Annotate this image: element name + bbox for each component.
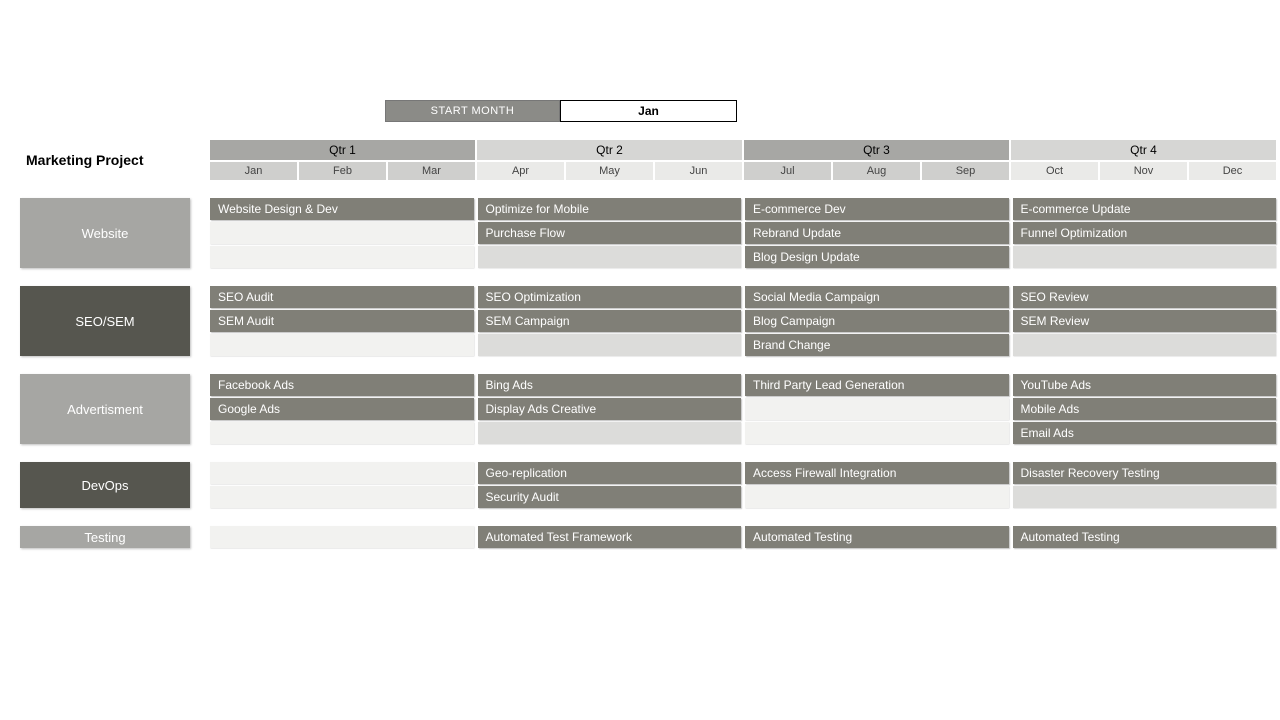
task-bar[interactable]: SEO Audit: [210, 286, 474, 308]
empty-cell: [210, 334, 474, 356]
task-row: Security Audit: [210, 486, 1276, 508]
month-header: May: [566, 162, 653, 180]
month-header: Oct: [1011, 162, 1098, 180]
empty-cell: [1013, 246, 1277, 268]
empty-cell: [745, 398, 1009, 420]
quarter-header: Qtr 3: [744, 140, 1009, 160]
empty-cell: [210, 486, 474, 508]
task-bar[interactable]: SEO Review: [1013, 286, 1277, 308]
swimlane-rows: SEO AuditSEO OptimizationSocial Media Ca…: [210, 286, 1276, 356]
task-row: Google AdsDisplay Ads Creative Mobile Ads: [210, 398, 1276, 420]
task-bar[interactable]: Website Design & Dev: [210, 198, 474, 220]
task-bar[interactable]: Automated Testing: [1013, 526, 1277, 548]
task-bar[interactable]: Automated Testing: [745, 526, 1009, 548]
month-header: Mar: [388, 162, 475, 180]
task-bar[interactable]: Mobile Ads: [1013, 398, 1277, 420]
empty-cell: [478, 334, 742, 356]
start-month-label: START MONTH: [385, 100, 560, 122]
task-bar[interactable]: Facebook Ads: [210, 374, 474, 396]
empty-cell: [210, 422, 474, 444]
swimlane-label: DevOps: [20, 462, 190, 508]
empty-cell: [210, 526, 474, 548]
empty-cell: [210, 222, 474, 244]
month-header: Feb: [299, 162, 386, 180]
month-header: Jun: [655, 162, 742, 180]
month-header: Apr: [477, 162, 564, 180]
task-row: Blog Design Update: [210, 246, 1276, 268]
task-row: Brand Change: [210, 334, 1276, 356]
empty-cell: [745, 422, 1009, 444]
task-bar[interactable]: Optimize for Mobile: [478, 198, 742, 220]
month-header: Jul: [744, 162, 831, 180]
task-bar[interactable]: Blog Campaign: [745, 310, 1009, 332]
project-title: Marketing Project: [20, 140, 190, 180]
quarter-header: Qtr 4: [1011, 140, 1276, 160]
month-header: Dec: [1189, 162, 1276, 180]
task-row: Geo-replicationAccess Firewall Integrati…: [210, 462, 1276, 484]
task-bar[interactable]: Disaster Recovery Testing: [1013, 462, 1277, 484]
task-bar[interactable]: Brand Change: [745, 334, 1009, 356]
task-bar[interactable]: Email Ads: [1013, 422, 1277, 444]
task-bar[interactable]: Security Audit: [478, 486, 742, 508]
task-bar[interactable]: Blog Design Update: [745, 246, 1009, 268]
task-bar[interactable]: Access Firewall Integration: [745, 462, 1009, 484]
empty-cell: [745, 486, 1009, 508]
task-bar[interactable]: YouTube Ads: [1013, 374, 1277, 396]
task-bar[interactable]: Third Party Lead Generation: [745, 374, 1009, 396]
empty-cell: [210, 246, 474, 268]
quarter-header: Qtr 1: [210, 140, 475, 160]
task-bar[interactable]: SEM Campaign: [478, 310, 742, 332]
task-row: Automated Test FrameworkAutomated Testin…: [210, 526, 1276, 548]
swimlane-label: Testing: [20, 526, 190, 548]
swimlane-label: Website: [20, 198, 190, 268]
task-bar[interactable]: SEM Review: [1013, 310, 1277, 332]
empty-cell: [478, 422, 742, 444]
start-month-select[interactable]: Jan: [560, 100, 737, 122]
task-bar[interactable]: Rebrand Update: [745, 222, 1009, 244]
swimlane-rows: Geo-replicationAccess Firewall Integrati…: [210, 462, 1276, 508]
task-row: Purchase FlowRebrand UpdateFunnel Optimi…: [210, 222, 1276, 244]
task-row: SEO AuditSEO OptimizationSocial Media Ca…: [210, 286, 1276, 308]
empty-cell: [210, 462, 474, 484]
task-row: SEM AuditSEM CampaignBlog CampaignSEM Re…: [210, 310, 1276, 332]
task-bar[interactable]: E-commerce Update: [1013, 198, 1277, 220]
task-bar[interactable]: E-commerce Dev: [745, 198, 1009, 220]
swimlane-rows: Website Design & DevOptimize for MobileE…: [210, 198, 1276, 268]
task-bar[interactable]: SEM Audit: [210, 310, 474, 332]
task-bar[interactable]: Display Ads Creative: [478, 398, 742, 420]
swimlane-label: SEO/SEM: [20, 286, 190, 356]
task-bar[interactable]: Social Media Campaign: [745, 286, 1009, 308]
quarter-header: Qtr 2: [477, 140, 742, 160]
month-header: Nov: [1100, 162, 1187, 180]
task-row: Email Ads: [210, 422, 1276, 444]
task-bar[interactable]: SEO Optimization: [478, 286, 742, 308]
task-bar[interactable]: Geo-replication: [478, 462, 742, 484]
task-bar[interactable]: Purchase Flow: [478, 222, 742, 244]
month-header: Sep: [922, 162, 1009, 180]
task-bar[interactable]: Automated Test Framework: [478, 526, 742, 548]
month-header: Aug: [833, 162, 920, 180]
month-header: Jan: [210, 162, 297, 180]
task-bar[interactable]: Google Ads: [210, 398, 474, 420]
task-row: Facebook AdsBing AdsThird Party Lead Gen…: [210, 374, 1276, 396]
empty-cell: [478, 246, 742, 268]
task-bar[interactable]: Bing Ads: [478, 374, 742, 396]
swimlane-rows: Automated Test FrameworkAutomated Testin…: [210, 526, 1276, 548]
task-bar[interactable]: Funnel Optimization: [1013, 222, 1277, 244]
swimlane-label: Advertisment: [20, 374, 190, 444]
task-row: Website Design & DevOptimize for MobileE…: [210, 198, 1276, 220]
empty-cell: [1013, 334, 1277, 356]
empty-cell: [1013, 486, 1277, 508]
swimlane-rows: Facebook AdsBing AdsThird Party Lead Gen…: [210, 374, 1276, 444]
timeline-header: Qtr 1Qtr 2Qtr 3Qtr 4 JanFebMarAprMayJunJ…: [210, 140, 1276, 180]
